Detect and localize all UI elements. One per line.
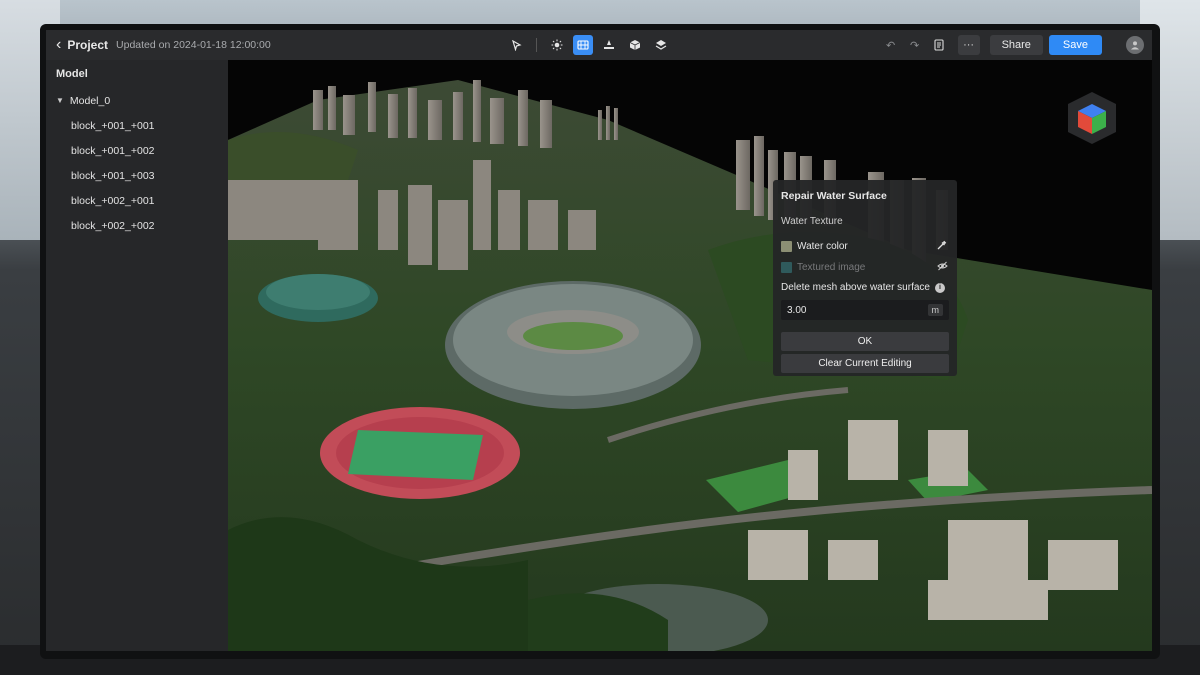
pin-icon[interactable] <box>599 35 619 55</box>
tree-root-label: Model_0 <box>69 94 111 107</box>
sun-icon[interactable] <box>547 35 567 55</box>
save-button[interactable]: Save <box>1048 35 1102 55</box>
ellipsis-icon: ··· <box>963 39 975 51</box>
water-color-swatch[interactable] <box>781 241 792 252</box>
tree-item-block[interactable]: block_+002_+002 <box>46 213 228 238</box>
tree-item-block[interactable]: block_+002_+001 <box>46 188 228 213</box>
avatar[interactable] <box>1126 36 1144 54</box>
textured-image-label: Textured image <box>797 262 866 273</box>
delete-mesh-row: Delete mesh above water surface i <box>781 282 949 293</box>
updated-timestamp: Updated on 2024-01-18 12:00:00 <box>116 39 271 51</box>
top-bar: ‹ Project Updated on 2024-01-18 12:00:00 <box>46 30 1152 60</box>
unit-label: m <box>927 304 943 316</box>
monitor-frame: ‹ Project Updated on 2024-01-18 12:00:00 <box>40 24 1160 659</box>
water-color-label: Water color <box>797 241 848 252</box>
delete-mesh-label: Delete mesh above water surface <box>781 282 930 293</box>
toolbar-divider <box>536 38 537 52</box>
height-input[interactable]: 3.00 m <box>781 300 949 320</box>
city-model-render <box>228 60 1152 651</box>
document-icon[interactable] <box>930 36 948 54</box>
textured-image-option[interactable]: Textured image <box>781 257 949 278</box>
tree-item-block[interactable]: block_+001_+003 <box>46 163 228 188</box>
tree-item-block[interactable]: block_+001_+002 <box>46 138 228 163</box>
right-toolbar: ↶ ↷ ··· Share Save <box>882 30 1144 60</box>
caret-down-icon[interactable]: ▼ <box>56 96 64 105</box>
info-icon[interactable]: i <box>934 282 945 293</box>
terrain-icon[interactable] <box>573 35 593 55</box>
redo-icon[interactable]: ↷ <box>906 36 924 54</box>
water-color-option[interactable]: Water color <box>781 236 949 257</box>
navigation-cube-icon[interactable] <box>1066 90 1118 146</box>
more-options-button[interactable]: ··· <box>957 35 980 55</box>
3d-viewport[interactable] <box>228 60 1152 651</box>
ok-button[interactable]: OK <box>781 332 949 351</box>
back-button[interactable]: ‹ Project <box>56 37 108 53</box>
center-toolbar <box>506 30 671 60</box>
cube-icon[interactable] <box>625 35 645 55</box>
eye-hidden-icon[interactable] <box>935 261 949 274</box>
water-texture-label: Water Texture <box>781 216 843 227</box>
model-sidebar: Model ▼ Model_0 block_+001_+001 block_+0… <box>46 60 228 651</box>
repair-water-surface-panel: Repair Water Surface Water Texture Water… <box>773 180 957 376</box>
sidebar-heading: Model <box>56 68 88 80</box>
project-title: Project <box>67 38 109 52</box>
clear-editing-button[interactable]: Clear Current Editing <box>781 354 949 373</box>
eyedropper-icon[interactable] <box>935 240 949 253</box>
cursor-icon[interactable] <box>506 35 526 55</box>
chevron-left-icon: ‹ <box>56 36 62 53</box>
textured-image-swatch[interactable] <box>781 262 792 273</box>
share-button[interactable]: Share <box>989 35 1043 55</box>
tree-root-model[interactable]: ▼ Model_0 <box>46 88 228 113</box>
layers-icon[interactable] <box>651 35 671 55</box>
undo-icon[interactable]: ↶ <box>882 36 900 54</box>
app-screen: ‹ Project Updated on 2024-01-18 12:00:00 <box>46 30 1152 651</box>
tree-item-block[interactable]: block_+001_+001 <box>46 113 228 138</box>
height-value: 3.00 <box>787 304 807 316</box>
panel-title: Repair Water Surface <box>781 190 887 202</box>
